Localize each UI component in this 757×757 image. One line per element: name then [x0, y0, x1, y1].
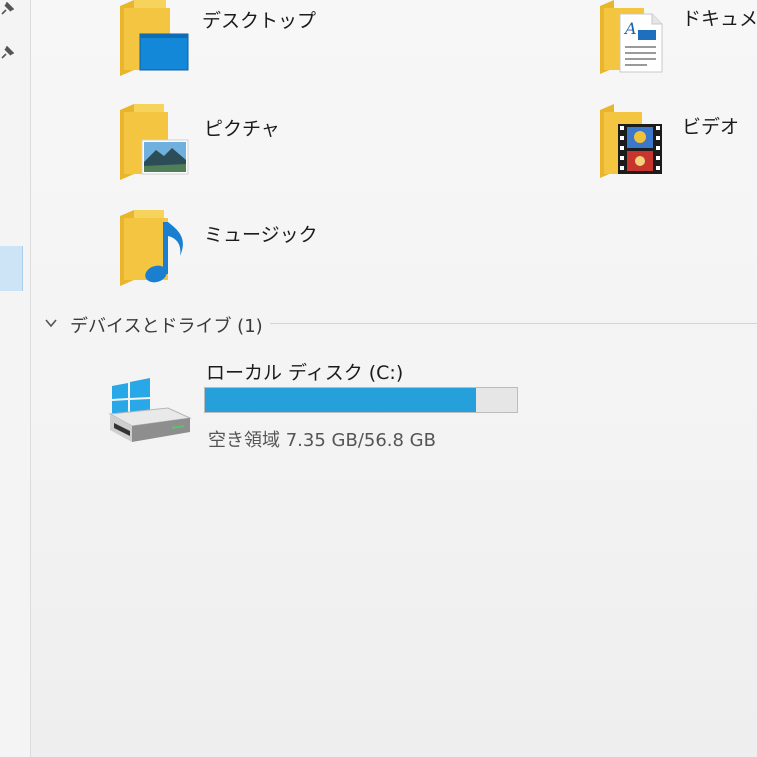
folder-tile-desktop[interactable]: デスクトップ — [116, 0, 416, 80]
documents-folder-icon: A — [600, 0, 663, 74]
folder-tile-documents[interactable]: A ドキュメン — [598, 0, 757, 80]
pin-icon[interactable] — [0, 2, 14, 16]
folder-tile-videos[interactable]: ビデオ — [598, 104, 757, 186]
drive-tile-c[interactable]: ローカル ディスク (C:) 空き領域 7.35 GB/56.8 GB — [106, 356, 546, 456]
folder-tile-music[interactable]: ミュージック — [116, 210, 416, 292]
drive-free-space: 空き領域 7.35 GB/56.8 GB — [208, 430, 436, 451]
pictures-folder-icon — [120, 104, 189, 180]
desktop-folder-icon — [120, 0, 189, 76]
file-explorer-window: デスクトップ A ドキュメン ピクチャ — [0, 0, 757, 757]
group-title: デバイスとドライブ (1) — [70, 316, 263, 337]
folder-label: デスクトップ — [202, 10, 317, 32]
folder-label: ビデオ — [682, 116, 740, 138]
drive-name: ローカル ディスク (C:) — [206, 362, 404, 384]
nav-item-selected[interactable] — [0, 246, 23, 291]
folder-label: ドキュメン — [682, 8, 757, 30]
drive-usage-fill — [205, 388, 477, 412]
group-divider — [270, 323, 757, 324]
folder-label: ミュージック — [204, 224, 318, 246]
videos-folder-icon — [600, 104, 662, 178]
pane-divider[interactable] — [30, 0, 31, 757]
music-folder-icon — [120, 210, 183, 286]
navigation-pane — [0, 0, 30, 757]
svg-text:A: A — [623, 19, 637, 38]
windows-drive-icon — [108, 378, 192, 442]
chevron-down-icon[interactable] — [44, 316, 58, 330]
folder-tile-pictures[interactable]: ピクチャ — [116, 104, 416, 186]
folder-label: ピクチャ — [204, 118, 280, 140]
pin-icon[interactable] — [0, 46, 14, 60]
drive-usage-bar — [204, 387, 518, 413]
group-header-devices[interactable]: デバイスとドライブ (1) — [40, 310, 757, 340]
